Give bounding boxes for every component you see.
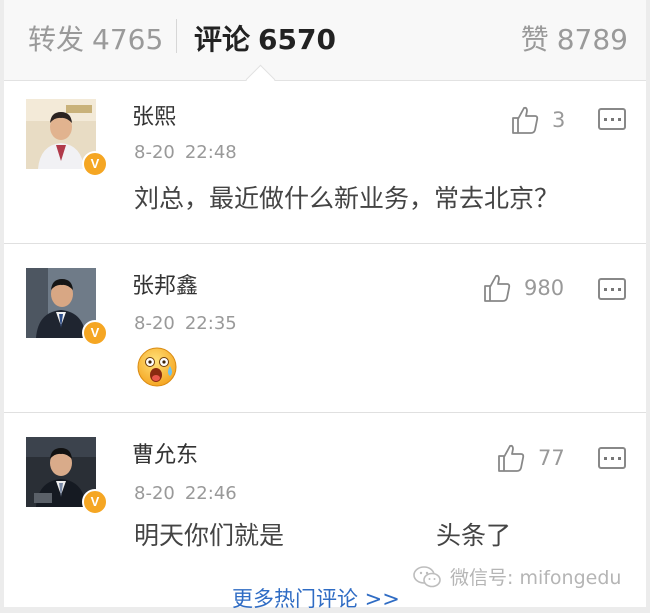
comments-panel: 转发 4765 评论 6570 赞 8789 V 张熙 8-20 22:48 刘…	[4, 0, 646, 611]
verified-badge: V	[82, 151, 108, 177]
comment-username[interactable]: 曹允东	[132, 437, 198, 469]
tab-comment-label: 评论	[194, 23, 251, 56]
comment-timestamp: 8-20 22:46	[134, 483, 237, 504]
like-button[interactable]: 77	[496, 443, 565, 473]
comment-date: 8-20	[134, 313, 175, 334]
thumbs-up-icon	[512, 106, 539, 134]
tab-bar: 转发 4765 评论 6570 赞 8789	[4, 0, 646, 81]
comment-item: V 张邦鑫 8-20 22:35 980	[4, 244, 646, 412]
like-button[interactable]: 3	[510, 105, 565, 135]
watermark-text: 微信号: mifongedu	[450, 567, 622, 589]
comment-timestamp: 8-20 22:35	[134, 313, 237, 334]
thumbs-up-icon	[498, 444, 525, 472]
dot-icon	[610, 287, 614, 291]
like-count: 77	[538, 446, 565, 470]
comment-date: 8-20	[134, 483, 175, 504]
avatar[interactable]: V	[26, 99, 108, 177]
like-count: 980	[524, 276, 565, 300]
more-options-button[interactable]	[598, 278, 626, 300]
comment-text-part1: 明天你们就是	[134, 521, 285, 550]
dot-icon	[617, 117, 621, 121]
comment-date: 8-20	[134, 142, 175, 163]
tab-like[interactable]: 赞 8789	[521, 18, 628, 58]
avatar[interactable]: V	[26, 437, 108, 515]
comment-item: V 张熙 8-20 22:48 刘总，最近做什么新业务，常去北京？ 3	[4, 81, 646, 243]
dot-icon	[610, 117, 614, 121]
verified-badge: V	[82, 320, 108, 346]
tab-separator	[176, 19, 177, 53]
tab-comment-count: 6570	[258, 23, 336, 56]
dot-icon	[617, 287, 621, 291]
wechat-icon	[413, 565, 441, 587]
tab-repost-label: 转发	[28, 23, 85, 56]
dot-icon	[610, 456, 614, 460]
tab-repost-count: 4765	[92, 23, 164, 56]
more-options-button[interactable]	[598, 447, 626, 469]
more-options-button[interactable]	[598, 108, 626, 130]
more-hot-comments-link[interactable]: 更多热门评论 >>	[232, 583, 400, 613]
like-count: 3	[552, 108, 566, 132]
tab-like-count: 8789	[556, 23, 628, 56]
shocked-face-emoji-icon	[137, 347, 177, 387]
thumbs-up-icon	[484, 274, 511, 302]
avatar[interactable]: V	[26, 268, 108, 346]
comment-timestamp: 8-20 22:48	[134, 142, 237, 163]
comment-text: 刘总，最近做什么新业务，常去北京？	[134, 184, 560, 213]
dot-icon	[617, 456, 621, 460]
tab-like-label: 赞	[520, 23, 549, 56]
comment-username[interactable]: 张熙	[132, 99, 176, 131]
dot-icon	[603, 456, 607, 460]
comment-time: 22:48	[184, 142, 237, 163]
dot-icon	[603, 287, 607, 291]
verified-badge: V	[82, 489, 108, 515]
comment-item: V 曹允东 8-20 22:46 明天你们就是 头条了 77	[4, 413, 646, 583]
like-button[interactable]: 980	[482, 273, 564, 303]
tab-comment[interactable]: 评论 6570	[194, 18, 336, 58]
comment-username[interactable]: 张邦鑫	[132, 268, 198, 300]
comment-time: 22:46	[184, 483, 237, 504]
wechat-watermark: 微信号: mifongedu	[412, 563, 621, 590]
dot-icon	[603, 117, 607, 121]
tab-repost[interactable]: 转发 4765	[28, 18, 163, 58]
comment-text-part2: 头条了	[436, 521, 512, 550]
comment-time: 22:35	[184, 313, 237, 334]
